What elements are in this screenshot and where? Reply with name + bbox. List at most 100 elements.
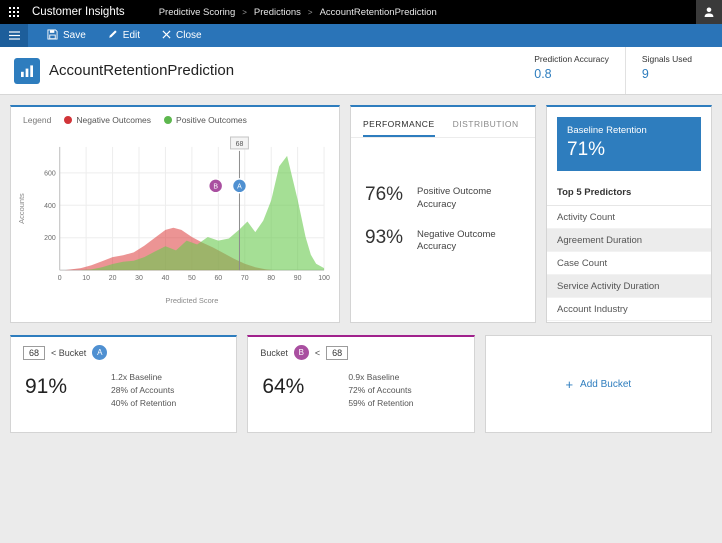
- breadcrumb-item[interactable]: AccountRetentionPrediction: [320, 7, 437, 18]
- bucket-card: 68 < Bucket A91% 1.2x Baseline28% of Accoun…: [10, 335, 237, 433]
- baseline-card: Baseline Retention 71% Top 5 Predictors …: [546, 105, 712, 323]
- save-button[interactable]: Save: [36, 24, 97, 47]
- bucket-body: 91% 1.2x Baseline28% of Accounts40% of Re…: [11, 361, 236, 411]
- bucket-range-text: < Bucket: [51, 348, 86, 358]
- performance-card: PERFORMANCE DISTRIBUTION 76%Positive Outc…: [350, 105, 536, 323]
- bucket-stat-line: 72% of Accounts: [348, 384, 413, 397]
- bucket-stat-line: 0.9x Baseline: [348, 371, 413, 384]
- edit-icon: [108, 29, 118, 42]
- svg-text:90: 90: [294, 275, 302, 282]
- edit-label: Edit: [123, 30, 140, 41]
- main-content: Legend Negative Outcomes Positive Outcome…: [0, 95, 722, 433]
- bucket-letter-badge[interactable]: B: [294, 345, 309, 360]
- metric-label: Signals Used: [642, 54, 692, 64]
- stat-label: Positive Outcome Accuracy: [417, 184, 511, 212]
- bucket-letter-badge[interactable]: A: [92, 345, 107, 360]
- svg-text:60: 60: [214, 275, 222, 282]
- bucket-header: Bucket B <68: [248, 337, 473, 361]
- baseline-retention-value: 71%: [567, 139, 691, 161]
- stat-value: 93%: [365, 227, 417, 255]
- header-metric: Prediction Accuracy 0.8: [518, 47, 625, 94]
- performance-tabs: PERFORMANCE DISTRIBUTION: [351, 110, 535, 138]
- bucket-stat-lines: 0.9x Baseline72% of Accounts59% of Reten…: [348, 371, 413, 411]
- header-metric: Signals Used 9: [625, 47, 708, 94]
- svg-text:Accounts: Accounts: [17, 193, 26, 224]
- stat-label: Negative Outcome Accuracy: [417, 227, 511, 255]
- svg-text:40: 40: [162, 275, 170, 282]
- bucket-stat-lines: 1.2x Baseline28% of Accounts40% of Reten…: [111, 371, 176, 411]
- svg-text:B: B: [213, 183, 218, 190]
- top-predictors-list: Activity CountAgreement DurationCase Cou…: [547, 206, 711, 321]
- svg-text:10: 10: [82, 275, 90, 282]
- breadcrumb-separator: >: [242, 8, 247, 17]
- bucket-threshold-box[interactable]: 68: [23, 346, 45, 360]
- waffle-icon[interactable]: [0, 0, 28, 24]
- top-card-row: Legend Negative Outcomes Positive Outcome…: [10, 105, 712, 323]
- outcome-distribution-chart[interactable]: 010203040506070809010020040060068BAPredi…: [11, 125, 339, 311]
- svg-text:100: 100: [318, 275, 330, 282]
- svg-text:0: 0: [58, 275, 62, 282]
- hamburger-icon[interactable]: [0, 24, 28, 47]
- predictor-item: Agreement Duration: [547, 229, 711, 252]
- save-label: Save: [63, 30, 86, 41]
- bucket-retention-value: 91%: [25, 375, 89, 399]
- metric-value: 0.8: [534, 67, 609, 81]
- top-nav-bar: Customer Insights Predictive Scoring>Pre…: [0, 0, 722, 24]
- breadcrumb-item[interactable]: Predictive Scoring: [159, 7, 236, 18]
- edit-button[interactable]: Edit: [97, 24, 151, 47]
- svg-text:20: 20: [109, 275, 117, 282]
- accuracy-stat: 93%Negative Outcome Accuracy: [365, 227, 521, 255]
- tab-performance[interactable]: PERFORMANCE: [363, 110, 435, 137]
- tab-distribution[interactable]: DISTRIBUTION: [453, 110, 519, 137]
- legend-title: Legend: [23, 115, 51, 125]
- legend-item: Negative Outcomes: [64, 115, 151, 125]
- breadcrumb-separator: >: [308, 8, 313, 17]
- svg-text:400: 400: [44, 203, 56, 210]
- svg-text:A: A: [237, 183, 242, 190]
- breadcrumb-item[interactable]: Predictions: [254, 7, 301, 18]
- outcomes-chart-card: Legend Negative Outcomes Positive Outcome…: [10, 105, 340, 323]
- bucket-body: 64% 0.9x Baseline72% of Accounts59% of Re…: [248, 361, 473, 411]
- predictor-item: Service Activity Duration: [547, 275, 711, 298]
- stat-value: 76%: [365, 184, 417, 212]
- close-icon: [162, 30, 171, 42]
- close-button[interactable]: Close: [151, 24, 213, 47]
- app-title: Customer Insights: [32, 6, 125, 18]
- metric-value: 9: [642, 67, 692, 81]
- bucket-stat-line: 28% of Accounts: [111, 384, 176, 397]
- bucket-threshold-box[interactable]: 68: [326, 346, 348, 360]
- bucket-header: 68 < Bucket A: [11, 337, 236, 361]
- bucket-card: Bucket B <68 64% 0.9x Baseline72% of Account…: [247, 335, 474, 433]
- header-metrics: Prediction Accuracy 0.8 Signals Used 9: [518, 47, 708, 94]
- bucket-stat-line: 40% of Retention: [111, 397, 176, 410]
- page-header: AccountRetentionPrediction Prediction Ac…: [0, 47, 722, 95]
- baseline-retention-label: Baseline Retention: [567, 125, 691, 136]
- bucket-stat-line: 1.2x Baseline: [111, 371, 176, 384]
- svg-text:30: 30: [135, 275, 143, 282]
- save-icon: [47, 29, 58, 43]
- svg-text:200: 200: [44, 235, 56, 242]
- top-predictors-title: Top 5 Predictors: [547, 181, 711, 206]
- page-title: AccountRetentionPrediction: [49, 62, 234, 79]
- close-label: Close: [176, 30, 202, 41]
- svg-text:80: 80: [267, 275, 275, 282]
- bucket-range-text: <: [315, 348, 320, 358]
- bucket-range-text: Bucket: [260, 348, 288, 358]
- legend-dot-icon: [164, 116, 172, 124]
- bucket-stat-line: 59% of Retention: [348, 397, 413, 410]
- predictor-item: Activity Count: [547, 206, 711, 229]
- chart-legend: Legend Negative Outcomes Positive Outcome…: [11, 107, 339, 125]
- predictor-item: Case Count: [547, 252, 711, 275]
- metric-label: Prediction Accuracy: [534, 54, 609, 64]
- accuracy-stat: 76%Positive Outcome Accuracy: [365, 184, 521, 212]
- legend-item-label: Positive Outcomes: [176, 115, 247, 125]
- breadcrumb: Predictive Scoring > Predictions > AccountRe…: [159, 7, 437, 18]
- plus-icon: +: [565, 378, 573, 391]
- legend-dot-icon: [64, 116, 72, 124]
- legend-item-label: Negative Outcomes: [76, 115, 151, 125]
- baseline-retention-tile: Baseline Retention 71%: [557, 117, 701, 171]
- accuracy-stats: 76%Positive Outcome Accuracy93%Negative …: [351, 138, 535, 254]
- account-icon[interactable]: [696, 0, 722, 24]
- add-bucket-card[interactable]: + Add Bucket: [485, 335, 712, 433]
- bucket-retention-value: 64%: [262, 375, 326, 399]
